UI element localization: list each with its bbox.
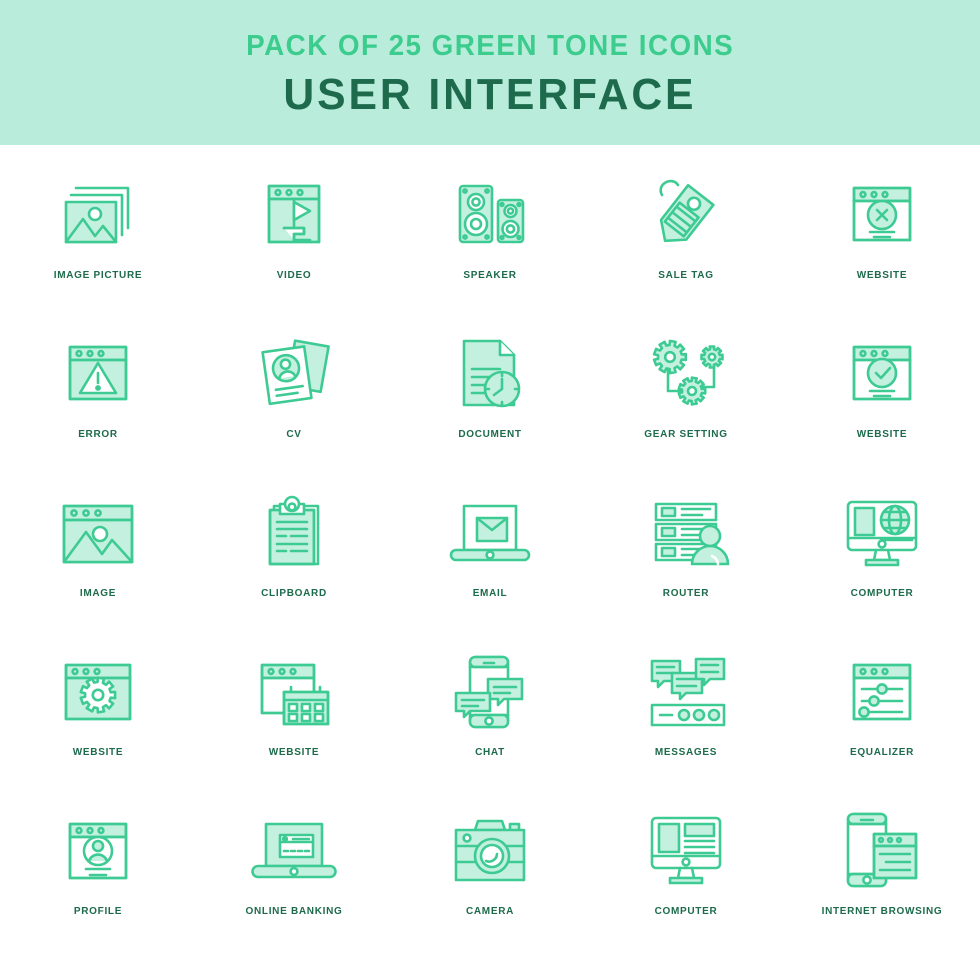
icon-label: CV — [286, 429, 302, 440]
icon-label: IMAGE — [79, 588, 117, 599]
icon-label: WEBSITE — [856, 429, 908, 440]
icon-label: CAMERA — [465, 906, 515, 917]
icon-cell-clipboard[interactable]: CLIPBOARD — [196, 477, 392, 636]
profile-icon — [33, 795, 163, 905]
icon-label: WEBSITE — [72, 747, 124, 758]
header-subtitle: PACK OF 25 GREEN TONE ICONS — [245, 30, 735, 62]
icon-cell-error[interactable]: ERROR — [0, 318, 196, 477]
icon-cell-cv[interactable]: CV — [196, 318, 392, 477]
messages-icon — [621, 636, 751, 746]
icon-cell-profile[interactable]: PROFILE — [0, 795, 196, 954]
icon-label: ONLINE BANKING — [245, 906, 343, 917]
icon-cell-computer-layout[interactable]: COMPUTER — [588, 795, 784, 954]
icon-label: DOCUMENT — [458, 429, 522, 440]
icon-cell-website-calendar[interactable]: WEBSITE — [196, 636, 392, 795]
error-icon — [33, 318, 163, 428]
icon-label: ERROR — [78, 429, 118, 440]
cv-icon — [229, 318, 359, 428]
router-icon — [621, 477, 751, 587]
computer-globe-icon — [817, 477, 947, 587]
icon-cell-image[interactable]: IMAGE — [0, 477, 196, 636]
icon-cell-chat[interactable]: CHAT — [392, 636, 588, 795]
icon-cell-gear-setting[interactable]: GEAR SETTING — [588, 318, 784, 477]
gear-setting-icon — [621, 318, 751, 428]
email-icon — [425, 477, 555, 587]
icon-cell-internet-browsing[interactable]: INTERNET BROWSING — [784, 795, 980, 954]
icon-label: GEAR SETTING — [644, 429, 728, 440]
icon-label: VIDEO — [276, 270, 312, 281]
chat-icon — [425, 636, 555, 746]
website-gear-icon — [33, 636, 163, 746]
icon-cell-email[interactable]: EMAIL — [392, 477, 588, 636]
online-banking-icon — [229, 795, 359, 905]
icon-label: COMPUTER — [850, 588, 914, 599]
internet-browsing-icon — [817, 795, 947, 905]
icon-cell-online-banking[interactable]: ONLINE BANKING — [196, 795, 392, 954]
icon-cell-equalizer[interactable]: EQUALIZER — [784, 636, 980, 795]
icon-cell-speaker[interactable]: SPEAKER — [392, 159, 588, 318]
icon-pack-page: PACK OF 25 GREEN TONE ICONS USER INTERFA… — [0, 0, 980, 980]
icon-label: EMAIL — [472, 588, 508, 599]
clipboard-icon — [229, 477, 359, 587]
icon-label: CHAT — [475, 747, 505, 758]
website-check-icon — [817, 318, 947, 428]
image-icon — [33, 477, 163, 587]
icon-cell-document[interactable]: DOCUMENT — [392, 318, 588, 477]
icon-label: COMPUTER — [654, 906, 718, 917]
page-title: USER INTERFACE — [283, 70, 697, 119]
icon-cell-camera[interactable]: CAMERA — [392, 795, 588, 954]
icon-grid: IMAGE PICTURE VIDEO SPEAKER SALE TAG WEBSITE… — [0, 145, 980, 954]
icon-cell-sale-tag[interactable]: SALE TAG — [588, 159, 784, 318]
page-header: PACK OF 25 GREEN TONE ICONS USER INTERFA… — [0, 0, 980, 145]
document-icon — [425, 318, 555, 428]
speaker-icon — [425, 159, 555, 269]
website-close-icon — [817, 159, 947, 269]
icon-label: EQUALIZER — [849, 747, 915, 758]
icon-cell-router[interactable]: ROUTER — [588, 477, 784, 636]
icon-cell-image-picture[interactable]: IMAGE PICTURE — [0, 159, 196, 318]
icon-label: ROUTER — [662, 588, 710, 599]
icon-label: MESSAGES — [654, 747, 718, 758]
icon-cell-website-close[interactable]: WEBSITE — [784, 159, 980, 318]
icon-label: IMAGE PICTURE — [53, 270, 143, 281]
camera-icon — [425, 795, 555, 905]
sale-tag-icon — [621, 159, 751, 269]
icon-label: INTERNET BROWSING — [821, 906, 943, 917]
video-icon — [229, 159, 359, 269]
icon-label: SPEAKER — [463, 270, 517, 281]
icon-cell-messages[interactable]: MESSAGES — [588, 636, 784, 795]
icon-label: SALE TAG — [658, 270, 714, 281]
icon-label: PROFILE — [73, 906, 123, 917]
icon-cell-website-gear[interactable]: WEBSITE — [0, 636, 196, 795]
icon-cell-video[interactable]: VIDEO — [196, 159, 392, 318]
icon-label: WEBSITE — [856, 270, 908, 281]
icon-label: WEBSITE — [268, 747, 320, 758]
equalizer-icon — [817, 636, 947, 746]
image-picture-icon — [33, 159, 163, 269]
computer-layout-icon — [621, 795, 751, 905]
icon-cell-computer-globe[interactable]: COMPUTER — [784, 477, 980, 636]
icon-label: CLIPBOARD — [261, 588, 327, 599]
website-calendar-icon — [229, 636, 359, 746]
icon-cell-website-check[interactable]: WEBSITE — [784, 318, 980, 477]
